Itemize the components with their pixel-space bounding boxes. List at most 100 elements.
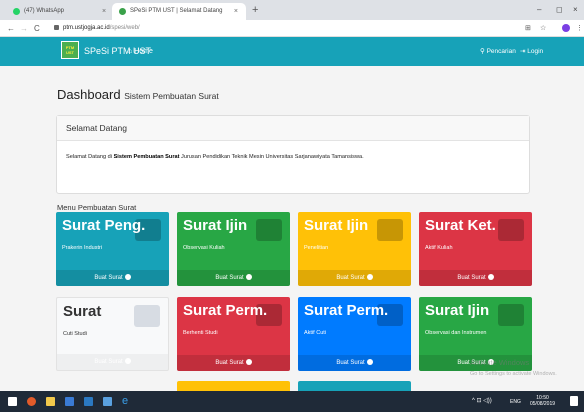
tile-surat-ijin-observasi-kuliah[interactable]: Surat Ijin Observasi Kuliah Buat Surat [177, 212, 290, 286]
tile-title: Surat Ijin [304, 217, 369, 234]
word-app-icon[interactable] [84, 397, 93, 406]
back-button[interactable]: ← [7, 22, 15, 35]
menu-section-label: Menu Pembuatan Surat [57, 203, 137, 212]
dashboard-subtitle: Sistem Pembuatan Surat [124, 91, 219, 101]
tile-subtitle: Penelitian [304, 245, 329, 251]
bookmark-star-icon[interactable]: ☆ [540, 23, 546, 35]
tile-subtitle: Cuti Studi [63, 331, 87, 337]
logo-text: PTM UST [65, 45, 75, 55]
arrow-circle-icon [366, 359, 373, 365]
arrow-circle-icon [124, 274, 131, 280]
welcome-text-bold: Sistem Pembuatan Surat [113, 154, 180, 160]
close-window-button[interactable]: × [573, 3, 578, 17]
welcome-text-pre: Selamat Datang di [66, 154, 114, 160]
tile-title: Surat Ket. [425, 217, 496, 234]
lock-icon [54, 24, 59, 30]
button-label: Buat Surat [94, 359, 123, 365]
language-indicator[interactable]: ENG [510, 399, 521, 405]
buat-surat-button[interactable]: Buat Surat [177, 355, 290, 371]
tile-surat-ket-aktif-kuliah[interactable]: Surat Ket. Aktif Kuliah Buat Surat [419, 212, 532, 286]
tile-subtitle: Prakerin Industri [62, 245, 103, 251]
teacher-icon [377, 219, 403, 241]
nav-login-link[interactable]: ⇥ Login [520, 37, 543, 66]
tile-subtitle: Aktif Cuti [304, 330, 327, 336]
activate-windows-watermark: Activate Windows Go to Settings to activ… [470, 358, 557, 379]
buat-surat-button[interactable]: Buat Surat [57, 354, 168, 370]
ptm-logo[interactable]: PTM UST [61, 41, 79, 59]
tile-subtitle: Berhenti Studi [183, 330, 218, 336]
tile-title: Surat Perm. [304, 302, 389, 319]
windows-taskbar: e ^ ⊡ ◁)) ENG 10:50 05/08/2019 [0, 391, 584, 412]
tab-close-icon[interactable]: × [102, 3, 106, 20]
url-path: /spesi/web/ [109, 25, 140, 31]
watermark-line1: Activate Windows [470, 358, 530, 367]
nav-login-label: Login [527, 48, 544, 55]
store-icon[interactable] [65, 397, 74, 406]
menu-kebab-icon[interactable]: ⋮ [576, 23, 583, 35]
button-label: Buat Surat [336, 360, 365, 366]
arrow-circle-icon [366, 274, 373, 280]
forward-button[interactable]: → [20, 22, 28, 35]
buat-surat-button[interactable]: Buat Surat [177, 270, 290, 286]
notifications-icon[interactable] [570, 396, 578, 406]
tab-close-icon[interactable]: × [234, 3, 238, 20]
buat-surat-button[interactable]: Buat Surat [419, 270, 532, 286]
building-icon [498, 219, 524, 241]
minimize-button[interactable]: – [537, 3, 541, 17]
windows-start-icon[interactable] [8, 397, 17, 406]
tile-partial[interactable] [298, 381, 411, 391]
buat-surat-button[interactable]: Buat Surat [298, 355, 411, 371]
url-host: ptm.ustjogja.ac.id [63, 25, 110, 31]
tile-subtitle: Aktif Kuliah [425, 245, 453, 251]
paint-bucket-icon [256, 219, 282, 241]
tray-icons[interactable]: ^ ⊡ ◁)) [472, 398, 492, 404]
browser-app-icon[interactable] [27, 397, 36, 406]
tile-subtitle: Observasi Kuliah [183, 245, 225, 251]
whatsapp-icon [13, 8, 20, 15]
clock[interactable]: 10:50 05/08/2019 [530, 395, 555, 407]
tile-title: Surat Perm. [183, 302, 268, 319]
bed-icon [134, 305, 160, 327]
nav-search-label: Pencarian [486, 48, 516, 55]
tab-label: SPeSi PTM UST | Selamat Datang [130, 8, 223, 14]
address-bar: ← → C ptm.ustjogja.ac.id/spesi/web/ ⊞ ☆ … [0, 20, 584, 37]
translate-icon[interactable]: ⊞ [525, 23, 531, 35]
url-field[interactable]: ptm.ustjogja.ac.id/spesi/web/ [54, 22, 494, 35]
clock-date: 05/08/2019 [530, 401, 556, 407]
tile-surat-perm-berhenti-studi[interactable]: Surat Perm. Berhenti Studi Buat Surat [177, 297, 290, 371]
welcome-card-header: Selamat Datang [57, 116, 529, 141]
button-label: Buat Surat [457, 275, 486, 281]
nav-home-label: Home [134, 48, 153, 55]
nav-home-link[interactable]: ⌂ Home [128, 37, 153, 66]
app-icon[interactable] [103, 397, 112, 406]
button-label: Buat Surat [215, 275, 244, 281]
tile-title: Surat Ijin [425, 302, 490, 319]
welcome-card: Selamat Datang Selamat Datang di Sistem … [56, 115, 530, 194]
presentation-icon [498, 304, 524, 326]
tile-surat-perm-aktif-cuti[interactable]: Surat Perm. Aktif Cuti Buat Surat [298, 297, 411, 371]
tab-label: (47) WhatsApp [24, 8, 65, 14]
maximize-button[interactable]: ◻ [556, 3, 563, 17]
tile-partial[interactable] [177, 381, 290, 391]
site-navbar: PTM UST SPeSi PTM UST ⌂ Home ⚲ Pencarian… [0, 37, 584, 66]
tile-surat-pengantar-prakerin[interactable]: Surat Peng. Prakerin Industri Buat Surat [56, 212, 169, 286]
tab-spesi[interactable]: SPeSi PTM UST | Selamat Datang × [112, 3, 246, 20]
profile-avatar[interactable] [562, 24, 570, 32]
site-favicon-icon [119, 8, 126, 15]
tile-surat-cuti-studi[interactable]: Surat Cuti Studi Buat Surat [56, 297, 169, 371]
buat-surat-button[interactable]: Buat Surat [56, 270, 169, 286]
file-explorer-icon[interactable] [46, 397, 55, 406]
buat-surat-button[interactable]: Buat Surat [298, 270, 411, 286]
button-label: Buat Surat [215, 360, 244, 366]
arrow-circle-icon [487, 274, 494, 280]
edge-icon[interactable]: e [122, 396, 128, 407]
nav-search-link[interactable]: ⚲ Pencarian [480, 37, 516, 66]
welcome-text-post: Jurusan Pendidikan Teknik Mesin Universi… [179, 154, 364, 160]
watermark-line2: Go to Settings to activate Windows. [470, 371, 557, 377]
new-tab-button[interactable]: + [252, 3, 258, 18]
reload-button[interactable]: C [34, 22, 40, 35]
button-label: Buat Surat [94, 275, 123, 281]
tile-surat-ijin-penelitian[interactable]: Surat Ijin Penelitian Buat Surat [298, 212, 411, 286]
tile-title: Surat [63, 303, 102, 320]
page-title: Dashboard Sistem Pembuatan Surat [57, 87, 219, 102]
